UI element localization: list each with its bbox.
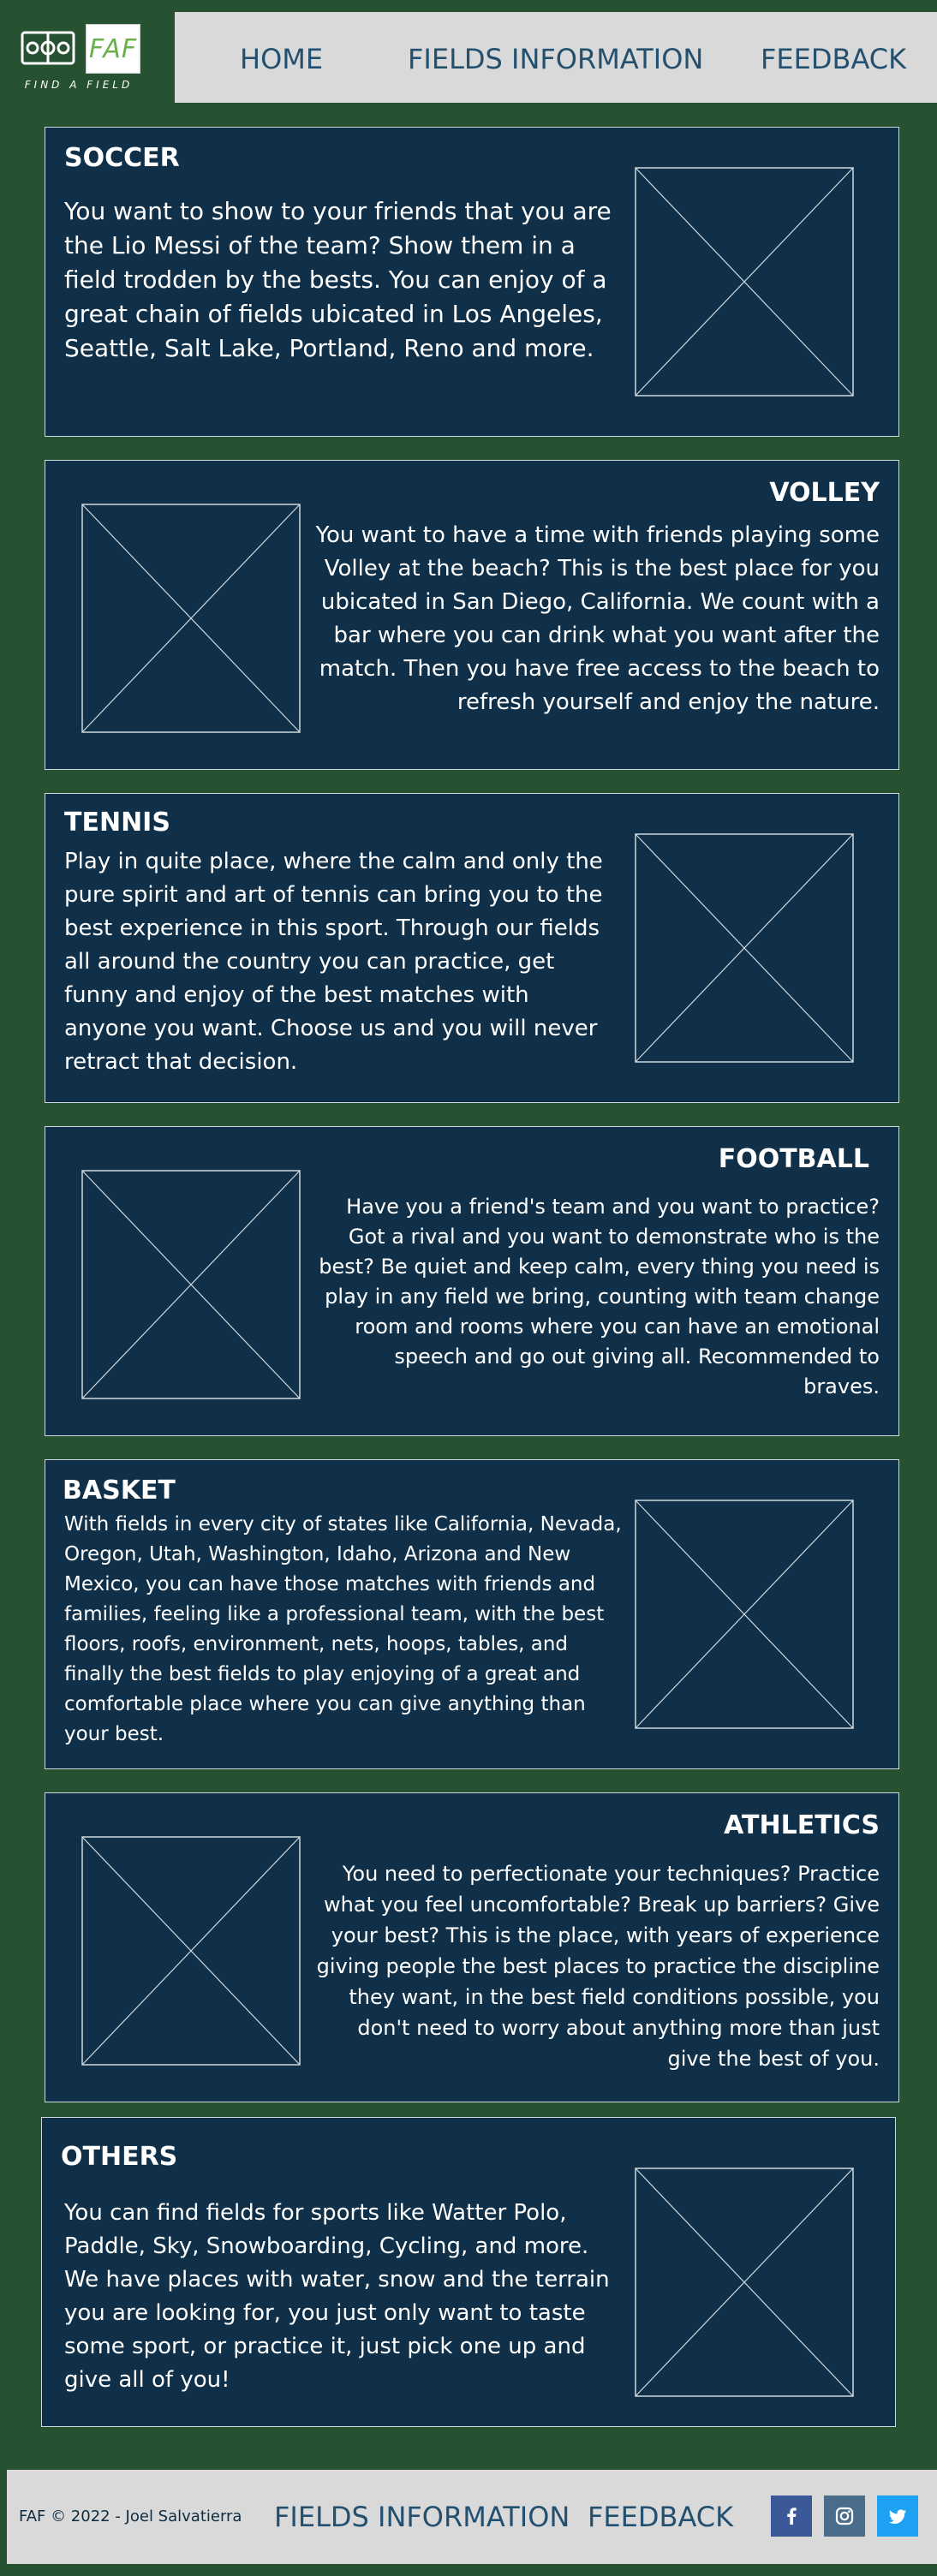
copyright-text: FAF © 2022 - Joel Salvatierra: [19, 2507, 242, 2525]
section-volley: VOLLEY You want to have a time with frie…: [45, 460, 899, 770]
section-title: FOOTBALL: [718, 1144, 869, 1174]
section-text: You want to have a time with friends pla…: [315, 522, 880, 715]
section-text: With fields in every city of states like…: [64, 1513, 622, 1745]
image-placeholder: [635, 2168, 854, 2397]
section-title: SOCCER: [64, 143, 180, 173]
footer-fields-information-link[interactable]: FIELDS INFORMATION: [274, 2501, 570, 2533]
image-placeholder: [81, 504, 301, 733]
section-title: TENNIS: [64, 808, 170, 838]
brand-tagline: FIND A FIELD: [24, 79, 134, 91]
section-title: OTHERS: [61, 2142, 178, 2172]
page-footer: FAF © 2022 - Joel Salvatierra FIELDS INF…: [7, 2470, 937, 2564]
image-placeholder: [81, 1836, 301, 2066]
section-title: VOLLEY: [769, 478, 880, 508]
section-basket: BASKET With fields in every city of stat…: [45, 1459, 899, 1769]
section-text: You want to show to your friends that yo…: [64, 197, 612, 362]
facebook-icon[interactable]: [771, 2496, 812, 2537]
twitter-icon[interactable]: [877, 2496, 918, 2537]
section-text: You need to perfectionate your technique…: [316, 1862, 880, 2071]
instagram-icon[interactable]: [824, 2496, 865, 2537]
nav-fields-information-link[interactable]: FIELDS INFORMATION: [408, 43, 703, 75]
image-placeholder: [635, 1500, 854, 1729]
section-tennis: TENNIS Play in quite place, where the ca…: [45, 793, 899, 1103]
image-placeholder: [635, 167, 854, 397]
footer-feedback-link[interactable]: FEEDBACK: [588, 2501, 733, 2533]
section-text: You can find fields for sports like Watt…: [64, 2200, 610, 2393]
image-placeholder: [81, 1170, 301, 1399]
top-navigation: HOME FIELDS INFORMATION FEEDBACK: [175, 12, 937, 103]
section-text: Play in quite place, where the calm and …: [64, 849, 603, 1075]
section-title: ATHLETICS: [724, 1810, 880, 1840]
nav-home-link[interactable]: HOME: [240, 43, 323, 75]
section-athletics: ATHLETICS You need to perfectionate your…: [45, 1792, 899, 2102]
field-icon: [21, 27, 75, 69]
section-soccer: SOCCER You want to show to your friends …: [45, 127, 899, 437]
section-title: BASKET: [63, 1476, 176, 1506]
nav-feedback-link[interactable]: FEEDBACK: [761, 43, 906, 75]
image-placeholder: [635, 833, 854, 1063]
section-football: FOOTBALL Have you a friend's team and yo…: [45, 1126, 899, 1436]
section-others: OTHERS You can find fields for sports li…: [41, 2117, 896, 2427]
section-text: Have you a friend's team and you want to…: [319, 1195, 880, 1398]
brand-logo[interactable]: FAF FIND A FIELD: [15, 19, 142, 96]
brand-name: FAF: [86, 24, 140, 74]
